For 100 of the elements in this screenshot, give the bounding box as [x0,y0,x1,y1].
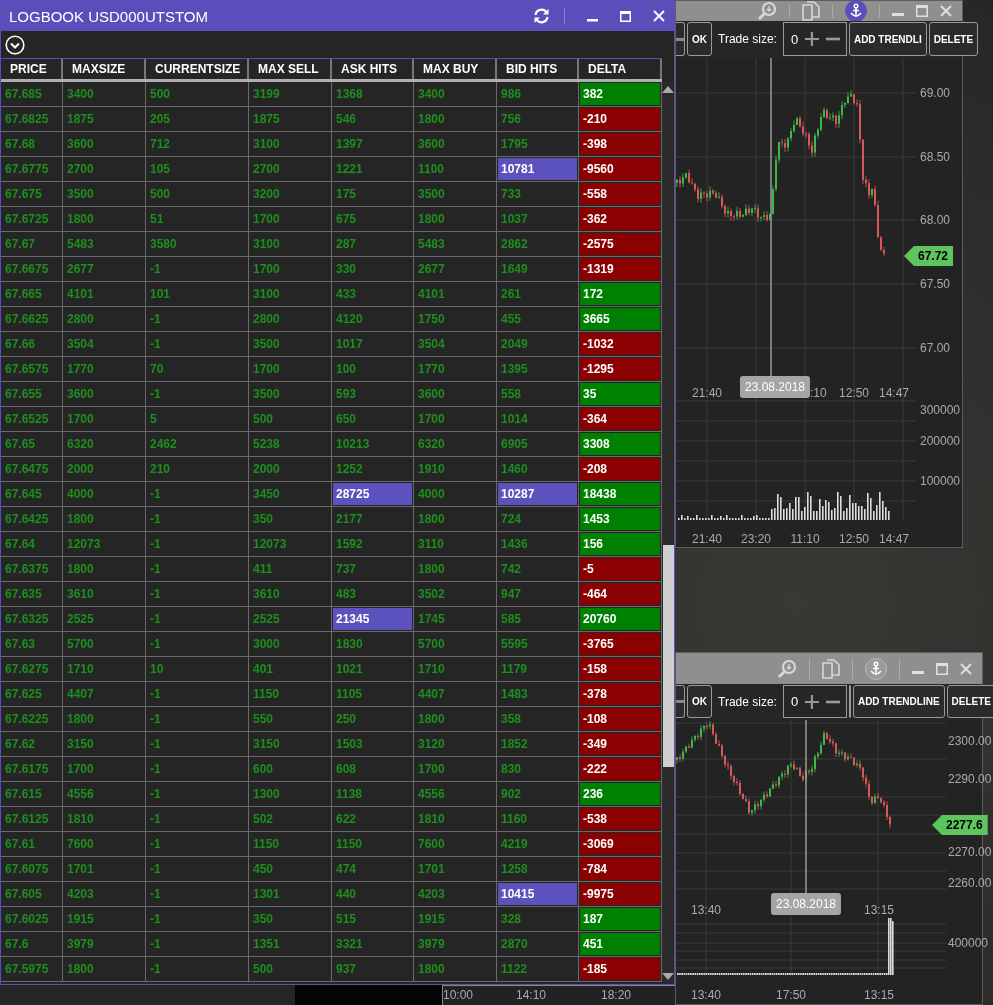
column-header[interactable]: MAX BUY [414,59,497,79]
delta-cell: -362 [579,207,662,232]
time-axis-label: 17:50 [776,987,806,1003]
table-cell: 205 [146,107,249,132]
time-axis-label: 14:47 [879,385,909,401]
delta-cell: -108 [579,707,662,732]
column-header[interactable]: MAX SELL [249,59,332,79]
table-cell: 3321 [332,932,414,957]
table-cell: 3100 [249,232,332,257]
table-cell: 67.625 [1,682,63,707]
table-cell: 4407 [63,682,146,707]
ok-button[interactable]: OK [687,22,712,56]
table-cell: -1 [146,632,249,657]
column-header[interactable]: MAXSIZE [63,59,146,79]
table-cell: 67.6325 [1,607,63,632]
table-cell: 3504 [63,332,146,357]
table-cell: 1800 [63,957,146,982]
toolbar-button[interactable]: ADD TRENDLINE [852,685,945,718]
time-axis-label: 12:50 [839,385,869,401]
table-cell: -1 [146,832,249,857]
delta-cell: -5 [579,557,662,582]
column-header[interactable]: PRICE [1,59,63,79]
table-cell: 2700 [63,157,146,182]
table-cell: -1 [146,807,249,832]
table-cell: -1 [146,857,249,882]
toolbar-button[interactable]: DELETE [928,22,979,56]
volume-axis-label: 400000 [948,935,989,951]
delta-cell: -1032 [579,332,662,357]
time-axis-label: 13:40 [691,902,721,918]
table-cell: 6320 [63,432,146,457]
table-cell: 1701 [63,857,146,882]
table-cell: 737 [332,557,414,582]
table-cell: -1 [146,557,249,582]
table-cell: 593 [332,382,414,407]
table-cell: 67.6575 [1,357,63,382]
table-cell: 500 [146,182,249,207]
table-cell: 67.6525 [1,407,63,432]
table-cell: 500 [249,407,332,432]
table-cell: 350 [249,507,332,532]
volume-axis-label: 200000 [920,433,961,449]
table-cell: 210 [146,457,249,482]
table-cell: 3610 [63,582,146,607]
table-cell: 1875 [63,107,146,132]
table-cell: 502 [249,807,332,832]
table-cell: -1 [146,507,249,532]
table-cell: -1 [146,882,249,907]
table-cell: 440 [332,882,414,907]
table-cell: 4101 [414,282,497,307]
toolbar-button[interactable]: ADD TRENDLI [848,22,927,56]
delta-cell: -1319 [579,257,662,282]
table-cell: -1 [146,682,249,707]
delta-cell: -349 [579,732,662,757]
table-cell: 5483 [414,232,497,257]
table-cell: 1700 [63,757,146,782]
table-cell: 1150 [332,832,414,857]
time-axis-label: 14:10 [516,987,546,1003]
table-cell: 5483 [63,232,146,257]
table-cell: 3979 [63,932,146,957]
column-header[interactable]: CURRENTSIZE [146,59,249,79]
delta-cell: -222 [579,757,662,782]
ok-button[interactable]: OK [687,685,712,718]
table-cell: 3199 [249,82,332,107]
delta-cell: -210 [579,107,662,132]
trade-size-field[interactable]: 0 [782,22,847,56]
table-cell: 1701 [414,857,497,882]
price-axis-label: 67.00 [920,340,951,356]
table-cell: 67.6175 [1,757,63,782]
column-header[interactable]: BID HITS [497,59,579,79]
delta-cell: -398 [579,132,662,157]
table-cell: 3400 [63,82,146,107]
table-cell: 411 [249,557,332,582]
volume-axis-label: 300000 [920,402,961,418]
table-cell: 67.68 [1,132,63,157]
delta-cell: -185 [579,957,662,982]
table-cell: 67.6275 [1,657,63,682]
table-cell: -1 [146,382,249,407]
time-axis-label: 21:40 [692,385,722,401]
table-cell: 1700 [63,407,146,432]
table-cell: -1 [146,782,249,807]
time-axis-label: 13:15 [864,902,894,918]
table-cell: 1800 [414,557,497,582]
table-cell: 67.605 [1,882,63,907]
table-cell: 67.685 [1,82,63,107]
price-axis-label: 68.50 [920,149,951,165]
toolbar-button[interactable]: DELETE [946,685,993,718]
table-cell: 67.61 [1,832,63,857]
table-cell: 1700 [249,207,332,232]
table-cell: 600 [249,757,332,782]
time-axis-label: 23:20 [741,531,771,547]
table-cell: 67.63 [1,632,63,657]
column-header[interactable]: ASK HITS [332,59,414,79]
table-cell: 4120 [332,307,414,332]
table-cell: 515 [332,907,414,932]
price-axis-label: 2290.00 [948,771,992,787]
table-cell: 3120 [414,732,497,757]
table-cell: 1221 [332,157,414,182]
trade-size-field[interactable]: 0 [782,685,847,718]
column-header[interactable]: DELTA [579,59,662,79]
table-cell: 1750 [414,307,497,332]
table-cell: 67.6 [1,932,63,957]
